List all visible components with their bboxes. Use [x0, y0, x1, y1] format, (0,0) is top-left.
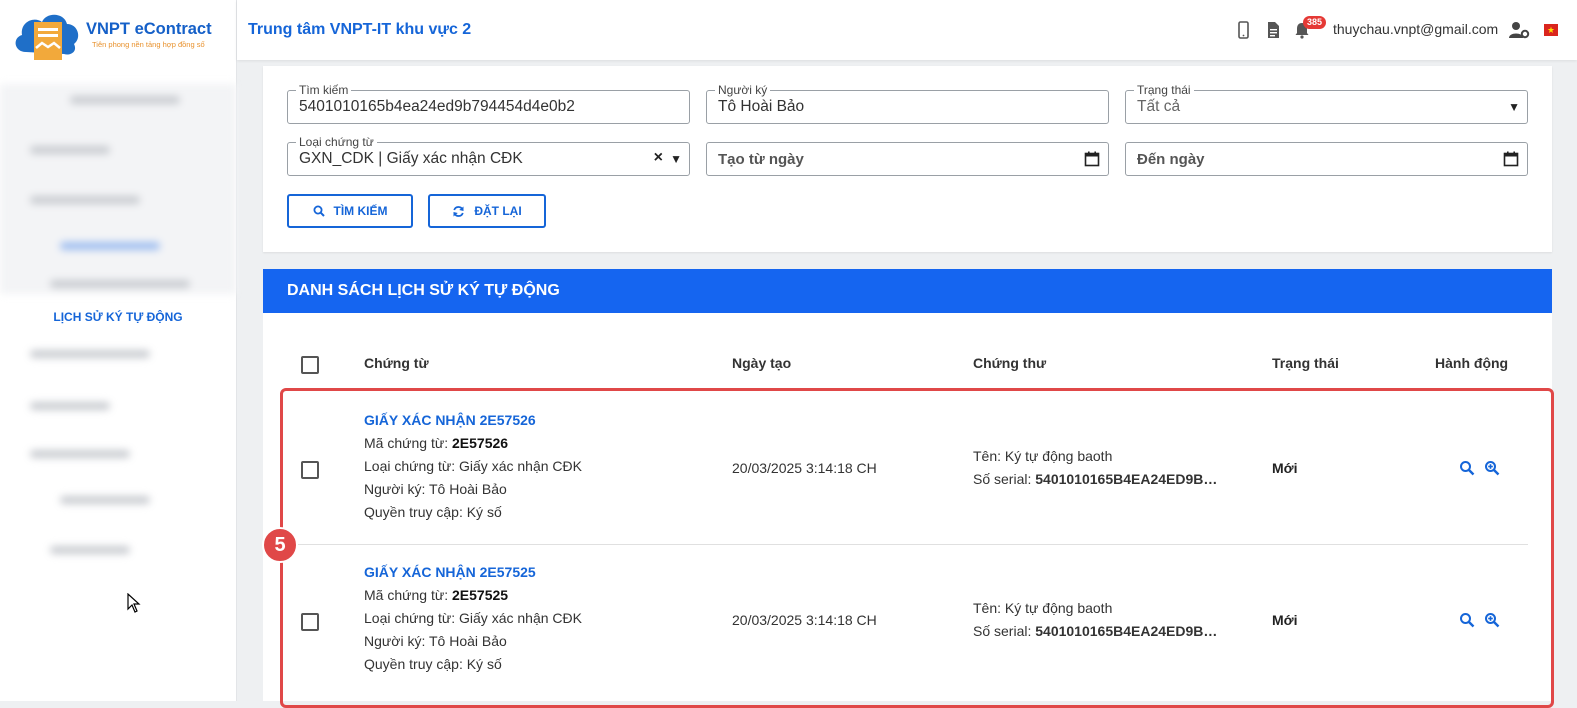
from-date-placeholder: Tạo từ ngày: [718, 151, 804, 168]
to-date-input[interactable]: Đến ngày: [1125, 142, 1528, 176]
step-marker: 5: [262, 527, 298, 563]
caret-down-icon[interactable]: ▼: [670, 152, 682, 166]
brand-name: VNPT eContract: [86, 20, 212, 38]
column-header-created: Ngày tạo: [732, 355, 792, 371]
doc-type-value: GXN_CDK | Giấy xác nhận CĐK: [299, 150, 523, 167]
column-header-actions: Hành động: [1435, 355, 1509, 371]
select-all-checkbox[interactable]: [301, 356, 319, 374]
list-title: DANH SÁCH LỊCH SỬ KÝ TỰ ĐỘNG: [287, 282, 560, 299]
status-value: Tất cả: [1137, 98, 1181, 115]
sidebar-item-label: LỊCH SỬ KÝ TỰ ĐỘNG: [53, 310, 183, 324]
user-settings-icon[interactable]: [1508, 20, 1530, 40]
reset-button[interactable]: ĐẶT LẠI: [428, 194, 546, 228]
cloud-contract-logo-icon: [15, 14, 79, 60]
annotation-highlight-box: [280, 388, 1554, 708]
mobile-icon[interactable]: [1234, 20, 1252, 40]
column-header-certificate: Chứng thư: [973, 355, 1047, 371]
column-header-status: Trạng thái: [1272, 355, 1339, 371]
notification-badge: 385: [1303, 16, 1327, 29]
filter-panel: Tìm kiếm 5401010165b4ea24ed9b794454d4e0b…: [263, 66, 1552, 252]
sidebar: VNPT eContract Tiên phong nền tảng hợp đ…: [0, 0, 237, 701]
vietnam-flag-icon[interactable]: [1544, 24, 1558, 36]
brand-logo[interactable]: VNPT eContract Tiên phong nền tảng hợp đ…: [12, 8, 227, 64]
from-date-input[interactable]: Tạo từ ngày: [706, 142, 1109, 176]
signer-value: Tô Hoài Bảo: [718, 98, 805, 115]
list-header: DANH SÁCH LỊCH SỬ KÝ TỰ ĐỘNG: [263, 269, 1552, 313]
search-button[interactable]: TÌM KIẾM: [287, 194, 413, 228]
brand-tagline: Tiên phong nền tảng hợp đồng số: [92, 40, 205, 49]
search-input[interactable]: Tìm kiếm 5401010165b4ea24ed9b794454d4e0b…: [287, 83, 690, 124]
caret-down-icon: ▼: [1508, 100, 1520, 114]
search-button-label: TÌM KIẾM: [333, 204, 388, 218]
signer-input[interactable]: Người ký Tô Hoài Bảo: [706, 83, 1109, 124]
document-icon[interactable]: [1264, 20, 1282, 40]
org-title: Trung tâm VNPT-IT khu vực 2: [248, 21, 472, 38]
clear-icon[interactable]: ×: [654, 149, 663, 167]
search-label: Tìm kiếm: [296, 83, 352, 97]
doc-type-select[interactable]: Loại chứng từ GXN_CDK | Giấy xác nhận CĐ…: [287, 135, 690, 176]
to-date-placeholder: Đến ngày: [1137, 151, 1205, 168]
sidebar-item-auto-sign-history[interactable]: LỊCH SỬ KÝ TỰ ĐỘNG: [0, 294, 236, 340]
status-select[interactable]: Trạng thái Tất cả ▼: [1125, 83, 1528, 124]
mouse-cursor-icon: [127, 593, 141, 613]
user-email[interactable]: thuychau.vnpt@gmail.com: [1333, 21, 1498, 37]
calendar-icon[interactable]: [1084, 151, 1100, 167]
refresh-icon: [453, 205, 464, 217]
signer-label: Người ký: [715, 83, 771, 97]
search-value: 5401010165b4ea24ed9b794454d4e0b2: [299, 98, 575, 115]
status-label: Trạng thái: [1134, 83, 1194, 97]
sidebar-menu-blurred: [0, 84, 236, 294]
top-bar: Trung tâm VNPT-IT khu vực 2 385 thuychau…: [237, 0, 1577, 60]
doc-type-label: Loại chứng từ: [296, 135, 377, 149]
reset-button-label: ĐẶT LẠI: [474, 204, 522, 218]
calendar-icon[interactable]: [1503, 151, 1519, 167]
sidebar-menu-blurred-lower: [0, 342, 236, 582]
column-header-document: Chứng từ: [364, 355, 429, 371]
search-icon: [313, 205, 325, 217]
